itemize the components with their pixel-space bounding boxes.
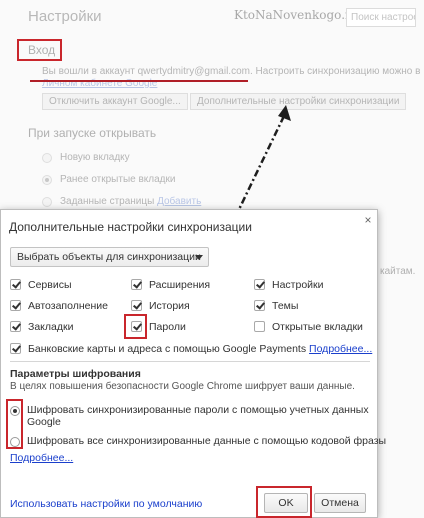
sync-item-history[interactable]: История (131, 300, 190, 313)
checkbox[interactable] (131, 279, 142, 290)
section-divider (10, 361, 370, 362)
checkbox[interactable] (10, 321, 21, 332)
passwords-checkbox-highlight (124, 314, 147, 339)
chevron-down-icon (195, 255, 203, 260)
sync-item-autofill[interactable]: Автозаполнение (10, 300, 108, 313)
encrypt-google-option[interactable]: Шифровать синхронизированные пароли с по… (10, 404, 370, 430)
encrypt-passphrase-option[interactable]: Шифровать все синхронизированные данные … (10, 435, 386, 449)
ok-button-highlight (256, 486, 312, 518)
sync-mode-value: Выбрать объекты для синхронизации (17, 251, 201, 263)
sync-item-themes[interactable]: Темы (254, 300, 298, 313)
cancel-button[interactable]: Отмена (314, 493, 366, 513)
sync-item-settings[interactable]: Настройки (254, 279, 324, 292)
checkbox[interactable] (254, 321, 265, 332)
close-icon[interactable]: × (362, 214, 374, 226)
checkbox[interactable] (131, 300, 142, 311)
sync-mode-select[interactable]: Выбрать объекты для синхронизации (10, 247, 209, 267)
encryption-description: В целях повышения безопасности Google Ch… (10, 381, 355, 392)
use-defaults-link[interactable]: Использовать настройки по умолчанию (10, 498, 202, 510)
sync-item-payments[interactable]: Банковские карты и адреса с помощью Goog… (10, 343, 372, 356)
sync-item-extensions[interactable]: Расширения (131, 279, 210, 292)
checkbox[interactable] (254, 300, 265, 311)
sync-item-open-tabs[interactable]: Открытые вкладки (254, 321, 363, 334)
checkbox[interactable] (254, 279, 265, 290)
encryption-radio-highlight (6, 399, 23, 449)
dialog-title: Дополнительные настройки синхронизации (9, 220, 252, 234)
payments-more-link[interactable]: Подробнее... (309, 343, 372, 355)
sync-item-services[interactable]: Сервисы (10, 279, 72, 292)
advanced-sync-dialog: Дополнительные настройки синхронизации ×… (0, 209, 386, 518)
checkbox[interactable] (10, 343, 21, 354)
encryption-heading: Параметры шифрования (10, 368, 141, 380)
checkbox[interactable] (10, 279, 21, 290)
checkbox[interactable] (10, 300, 21, 311)
sync-item-bookmarks[interactable]: Закладки (10, 321, 73, 334)
encryption-more-link[interactable]: Подробнее... (10, 452, 73, 464)
